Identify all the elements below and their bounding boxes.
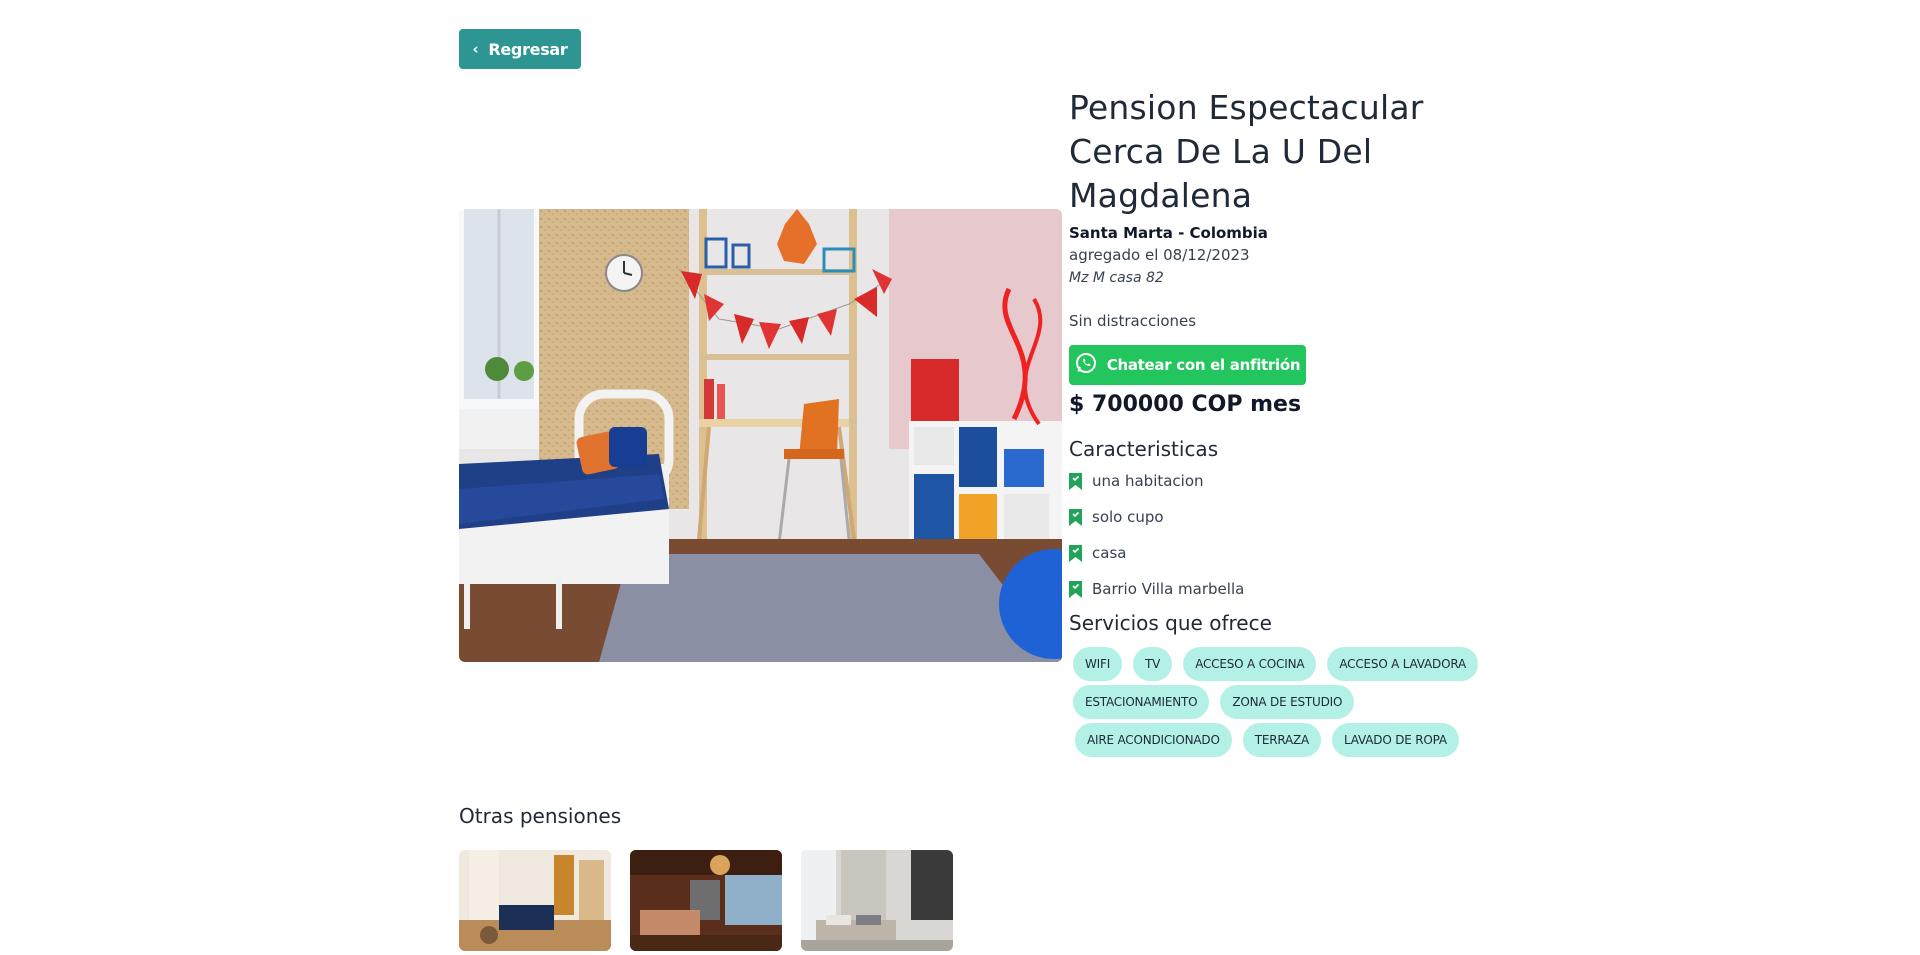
bookmark-icon: [1069, 472, 1082, 490]
service-chip-terrace: TERRAZA: [1242, 723, 1322, 757]
features-title: Caracteristicas: [1069, 437, 1219, 461]
other-listings: [459, 850, 953, 951]
service-chip-air-conditioning: AIRE ACONDICIONADO: [1075, 723, 1232, 757]
other-listing-thumbnail[interactable]: [459, 850, 611, 951]
features-list: una habitacion solo cupo casa Barrio Vil…: [1069, 463, 1489, 607]
back-button[interactable]: ‹ Regresar: [459, 29, 581, 69]
feature-label: una habitacion: [1092, 472, 1204, 490]
feature-item: Barrio Villa marbella: [1069, 571, 1489, 607]
listing-info: Pension Espectacular Cerca De La U Del M…: [1069, 86, 1489, 761]
services-title: Servicios que ofrece: [1069, 611, 1272, 635]
chat-with-host-label: Chatear con el anfitrión: [1106, 356, 1301, 374]
listing-description: Sin distracciones: [1069, 312, 1197, 330]
feature-item: casa: [1069, 535, 1489, 571]
service-chip-kitchen: ACCESO A COCINA: [1183, 647, 1317, 681]
listing-title: Pension Espectacular Cerca De La U Del M…: [1069, 88, 1424, 215]
feature-item: una habitacion: [1069, 463, 1489, 499]
bookmark-icon: [1069, 580, 1082, 598]
service-chip-wifi: WIFI: [1073, 647, 1123, 681]
listing-price: $ 700000 COP mes: [1069, 392, 1302, 417]
other-listing-thumbnail[interactable]: [801, 850, 953, 951]
listing-main-photo: [459, 209, 1062, 662]
service-chip-laundry-access: ACCESO A LAVADORA: [1327, 647, 1478, 681]
other-listing-thumbnail[interactable]: [630, 850, 782, 951]
feature-item: solo cupo: [1069, 499, 1489, 535]
listing-location: Santa Marta - Colombia: [1069, 224, 1268, 242]
whatsapp-icon: [1075, 352, 1097, 378]
bookmark-icon: [1069, 508, 1082, 526]
service-chip-parking: ESTACIONAMIENTO: [1073, 685, 1210, 719]
feature-label: solo cupo: [1092, 508, 1164, 526]
listing-address: Mz M casa 82: [1069, 270, 1164, 286]
bookmark-icon: [1069, 544, 1082, 562]
service-chip-study-area: ZONA DE ESTUDIO: [1220, 685, 1355, 719]
chat-with-host-button[interactable]: Chatear con el anfitrión: [1069, 345, 1306, 385]
chevron-left-icon: ‹: [472, 39, 479, 58]
services-list: WIFI TV ACCESO A COCINA ACCESO A LAVADOR…: [1069, 647, 1489, 757]
feature-label: Barrio Villa marbella: [1092, 580, 1245, 598]
other-listings-title: Otras pensiones: [459, 804, 622, 828]
back-button-label: Regresar: [488, 39, 568, 59]
feature-label: casa: [1092, 544, 1127, 562]
service-chip-laundry: LAVADO DE ROPA: [1332, 723, 1459, 757]
service-chip-tv: TV: [1133, 647, 1173, 681]
listing-added-date: agregado el 08/12/2023: [1069, 246, 1250, 264]
